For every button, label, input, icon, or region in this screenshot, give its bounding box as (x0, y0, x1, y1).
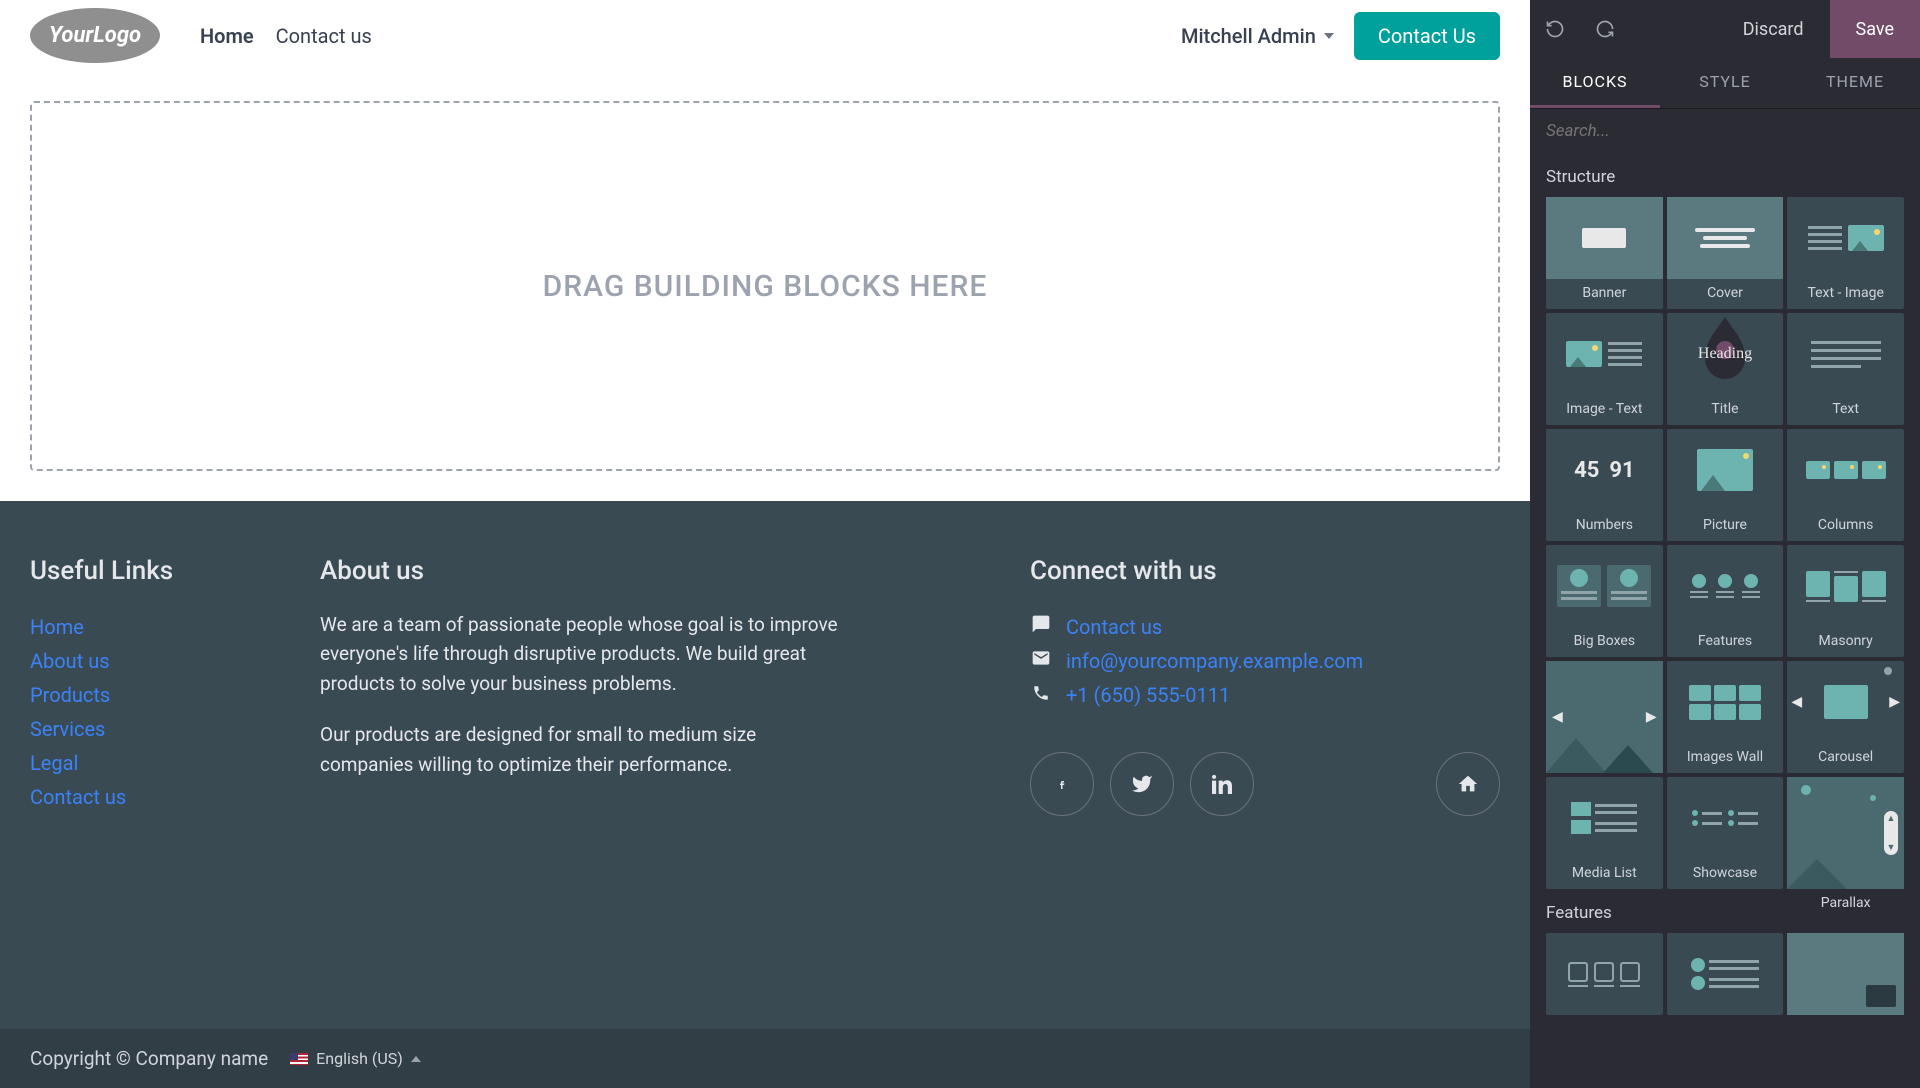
editor-panel: Discard Save BLOCKS STYLE THEME Structur… (1530, 0, 1920, 1088)
home-icon[interactable] (1436, 752, 1500, 816)
save-button[interactable]: Save (1830, 0, 1920, 58)
block-numbers[interactable]: 4591Numbers (1546, 429, 1663, 541)
tab-style[interactable]: STYLE (1660, 58, 1790, 108)
connect-col: Connect with us Contact us info@yourcomp… (1030, 556, 1500, 816)
site-logo[interactable]: YourLogo (30, 8, 160, 63)
us-flag-icon (290, 1053, 308, 1065)
site-footer: Useful Links Home About us Products Serv… (0, 501, 1530, 1029)
language-selector[interactable]: English (US) (290, 1049, 421, 1068)
editor-tabs: BLOCKS STYLE THEME (1530, 58, 1920, 109)
block-banner[interactable]: Banner (1546, 197, 1663, 309)
contact-us-button[interactable]: Contact Us (1354, 12, 1500, 60)
tab-theme[interactable]: THEME (1790, 58, 1920, 108)
about-p2: Our products are designed for small to m… (320, 720, 850, 779)
block-parallax[interactable]: ▲▼Parallax (1787, 777, 1904, 889)
block-feature-2[interactable] (1667, 933, 1784, 1015)
useful-links-title: Useful Links (30, 556, 260, 586)
block-dropzone[interactable]: DRAG BUILDING BLOCKS HERE (30, 101, 1500, 471)
redo-button[interactable] (1580, 0, 1630, 58)
block-cover[interactable]: Cover (1667, 197, 1784, 309)
block-showcase[interactable]: Showcase (1667, 777, 1784, 889)
block-feature-1[interactable] (1546, 933, 1663, 1015)
block-masonry[interactable]: Masonry (1787, 545, 1904, 657)
user-name: Mitchell Admin (1181, 24, 1316, 48)
website-preview: YourLogo Home Contact us Mitchell Admin … (0, 0, 1530, 1088)
linkedin-icon[interactable] (1190, 752, 1254, 816)
block-title[interactable]: HeadingTitle (1667, 313, 1784, 425)
footer-link-services[interactable]: Services (30, 712, 260, 746)
nav-home[interactable]: Home (200, 24, 254, 48)
block-text-image[interactable]: Text - Image (1787, 197, 1904, 309)
search-input[interactable] (1546, 121, 1904, 141)
speech-bubble-icon (1030, 610, 1052, 644)
block-columns[interactable]: Columns (1787, 429, 1904, 541)
footer-link-legal[interactable]: Legal (30, 746, 260, 780)
twitter-icon[interactable] (1110, 752, 1174, 816)
site-topbar: YourLogo Home Contact us Mitchell Admin … (0, 0, 1530, 71)
block-image-gallery[interactable]: ◀▶Image Gallery (1546, 661, 1663, 773)
block-features[interactable]: Features (1667, 545, 1784, 657)
editor-toolbar: Discard Save (1530, 0, 1920, 58)
caret-up-icon (411, 1056, 421, 1062)
envelope-icon (1030, 644, 1052, 678)
footer-link-contact[interactable]: Contact us (30, 780, 260, 814)
blocks-list[interactable]: Structure Banner Cover Text - Image Imag… (1530, 153, 1920, 1088)
block-text[interactable]: Text (1787, 313, 1904, 425)
connect-contact-link[interactable]: Contact us (1066, 610, 1162, 644)
block-carousel[interactable]: ◀▶Carousel (1787, 661, 1904, 773)
copyright-bar: Copyright © Company name English (US) (0, 1029, 1530, 1088)
footer-link-home[interactable]: Home (30, 610, 260, 644)
about-title: About us (320, 556, 850, 586)
discard-button[interactable]: Discard (1717, 0, 1830, 58)
facebook-icon[interactable] (1030, 752, 1094, 816)
connect-email-link[interactable]: info@yourcompany.example.com (1066, 644, 1363, 678)
footer-link-products[interactable]: Products (30, 678, 260, 712)
language-label: English (US) (316, 1049, 403, 1068)
block-images-wall[interactable]: Images Wall (1667, 661, 1784, 773)
footer-link-about[interactable]: About us (30, 644, 260, 678)
nav-contact[interactable]: Contact us (276, 24, 372, 48)
connect-title: Connect with us (1030, 556, 1500, 586)
phone-icon (1030, 678, 1052, 712)
user-menu[interactable]: Mitchell Admin (1181, 24, 1334, 48)
block-picture[interactable]: Picture (1667, 429, 1784, 541)
section-structure-title: Structure (1546, 153, 1904, 197)
about-col: About us We are a team of passionate peo… (320, 556, 850, 816)
search-box (1530, 109, 1920, 153)
about-p1: We are a team of passionate people whose… (320, 610, 850, 698)
block-big-boxes[interactable]: Big Boxes (1546, 545, 1663, 657)
undo-button[interactable] (1530, 0, 1580, 58)
block-media-list[interactable]: Media List (1546, 777, 1663, 889)
caret-down-icon (1324, 33, 1334, 39)
block-image-text[interactable]: Image - Text (1546, 313, 1663, 425)
main-nav: Home Contact us (200, 24, 372, 48)
useful-links-col: Useful Links Home About us Products Serv… (30, 556, 260, 816)
connect-phone-link[interactable]: +1 (650) 555-0111 (1066, 678, 1230, 712)
copyright-text: Copyright © Company name (30, 1047, 268, 1070)
block-feature-3[interactable] (1787, 933, 1904, 1015)
tab-blocks[interactable]: BLOCKS (1530, 58, 1660, 108)
